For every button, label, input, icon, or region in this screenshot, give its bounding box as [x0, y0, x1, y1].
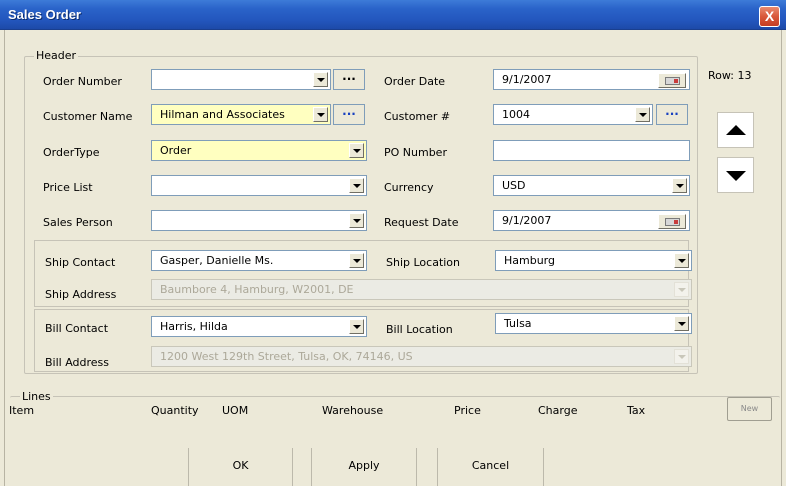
title-bar[interactable]: Sales Order X — [0, 0, 786, 30]
chevron-down-icon[interactable] — [313, 72, 328, 87]
bill-address-label: Bill Address — [45, 356, 110, 369]
header-legend: Header — [34, 49, 79, 62]
order-date-value: 9/1/2007 — [502, 73, 552, 86]
order-type-value: Order — [160, 144, 192, 157]
column-header-price: Price — [454, 404, 481, 417]
lines-legend: Lines — [20, 390, 53, 403]
chevron-down-icon[interactable] — [672, 178, 687, 193]
previous-row-button[interactable] — [717, 112, 754, 148]
customer-name-label: Customer Name — [43, 110, 133, 123]
chevron-down-icon[interactable] — [635, 107, 650, 122]
chevron-down-icon — [674, 282, 689, 297]
price-list-select[interactable] — [151, 175, 367, 196]
ship-address-select: Baumbore 4, Hamburg, W2001, DE — [151, 279, 692, 300]
currency-label: Currency — [384, 181, 434, 194]
currency-select[interactable]: USD — [493, 175, 690, 196]
currency-value: USD — [502, 179, 526, 192]
calendar-icon[interactable] — [658, 73, 686, 88]
customer-number-label: Customer # — [384, 110, 451, 123]
ship-location-value: Hamburg — [504, 254, 555, 267]
column-header-charge: Charge — [538, 404, 578, 417]
ship-location-select[interactable]: Hamburg — [495, 250, 692, 271]
order-type-label: OrderType — [43, 146, 100, 159]
customer-name-lookup-button[interactable]: ... — [333, 104, 365, 125]
request-date-picker[interactable]: 9/1/2007 — [493, 210, 690, 231]
request-date-value: 9/1/2007 — [502, 214, 552, 227]
chevron-down-icon[interactable] — [349, 253, 364, 268]
column-header-quantity: Quantity — [151, 404, 199, 417]
bill-location-label: Bill Location — [386, 323, 453, 336]
new-line-button[interactable]: New — [727, 397, 772, 421]
sales-person-select[interactable] — [151, 210, 367, 231]
column-header-item: Item — [9, 404, 35, 417]
order-type-select[interactable]: Order — [151, 140, 367, 161]
order-number-label: Order Number — [43, 75, 122, 88]
customer-name-select[interactable]: Hilman and Associates — [151, 104, 331, 125]
ship-location-label: Ship Location — [386, 256, 461, 269]
customer-name-value: Hilman and Associates — [160, 108, 285, 121]
customer-number-value: 1004 — [502, 108, 530, 121]
bill-address-select: 1200 West 129th Street, Tulsa, OK, 74146… — [151, 346, 692, 367]
ship-contact-value: Gasper, Danielle Ms. — [160, 254, 274, 267]
arrow-up-icon — [726, 125, 746, 135]
chevron-down-icon — [674, 349, 689, 364]
ship-contact-select[interactable]: Gasper, Danielle Ms. — [151, 250, 367, 271]
row-indicator: Row: 13 — [708, 69, 752, 82]
bill-location-select[interactable]: Tulsa — [495, 313, 692, 334]
ok-button[interactable]: OK — [188, 448, 293, 486]
chevron-down-icon[interactable] — [349, 213, 364, 228]
close-button[interactable]: X — [759, 6, 780, 27]
customer-number-select[interactable]: 1004 — [493, 104, 653, 125]
ship-address-label: Ship Address — [45, 288, 117, 301]
ship-contact-label: Ship Contact — [45, 256, 116, 269]
chevron-down-icon[interactable] — [313, 107, 328, 122]
order-number-lookup-button[interactable]: ... — [333, 69, 365, 90]
calendar-icon[interactable] — [658, 214, 686, 229]
chevron-down-icon[interactable] — [349, 143, 364, 158]
cancel-button[interactable]: Cancel — [437, 448, 544, 486]
order-date-picker[interactable]: 9/1/2007 — [493, 69, 690, 90]
order-number-select[interactable] — [151, 69, 331, 90]
sales-person-label: Sales Person — [43, 216, 113, 229]
chevron-down-icon[interactable] — [349, 319, 364, 334]
bill-address-value: 1200 West 129th Street, Tulsa, OK, 74146… — [160, 350, 413, 363]
bill-contact-label: Bill Contact — [45, 322, 109, 335]
request-date-label: Request Date — [384, 216, 459, 229]
column-header-tax: Tax — [627, 404, 646, 417]
ship-address-value: Baumbore 4, Hamburg, W2001, DE — [160, 283, 354, 296]
bill-location-value: Tulsa — [504, 317, 532, 330]
apply-button[interactable]: Apply — [311, 448, 417, 486]
customer-number-lookup-button[interactable]: ... — [656, 104, 688, 125]
arrow-down-icon — [726, 171, 746, 181]
po-number-label: PO Number — [384, 146, 447, 159]
column-header-warehouse: Warehouse — [322, 404, 384, 417]
po-number-input[interactable] — [493, 140, 690, 161]
price-list-label: Price List — [43, 181, 93, 194]
chevron-down-icon[interactable] — [674, 253, 689, 268]
column-header-uom: UOM — [222, 404, 249, 417]
window-title: Sales Order — [8, 7, 81, 22]
bill-contact-value: Harris, Hilda — [160, 320, 228, 333]
bill-contact-select[interactable]: Harris, Hilda — [151, 316, 367, 337]
lines-group — [10, 396, 780, 432]
chevron-down-icon[interactable] — [674, 316, 689, 331]
close-icon: X — [764, 8, 775, 24]
chevron-down-icon[interactable] — [349, 178, 364, 193]
next-row-button[interactable] — [717, 157, 754, 193]
order-date-label: Order Date — [384, 75, 446, 88]
